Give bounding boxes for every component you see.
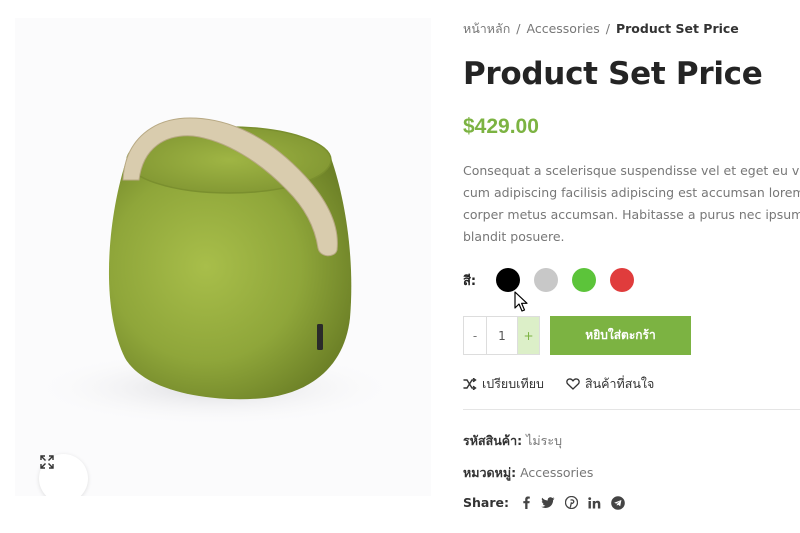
expand-icon xyxy=(40,455,54,469)
breadcrumb-current: Product Set Price xyxy=(615,21,739,36)
wishlist-label: สินค้าที่สนใจ xyxy=(584,376,655,391)
add-to-cart-button[interactable]: หยิบใส่ตะกร้า xyxy=(550,316,691,355)
breadcrumb: หน้าหลัก / Accessories / Product Set Price xyxy=(463,19,739,39)
color-label: สี: xyxy=(463,273,477,289)
product-image xyxy=(30,117,400,426)
shuffle-icon xyxy=(463,378,477,390)
swatch-black[interactable] xyxy=(496,268,520,292)
pinterest-icon[interactable] xyxy=(564,496,578,509)
sku-label: รหัสสินค้า: xyxy=(463,433,523,448)
breadcrumb-home[interactable]: หน้าหลัก xyxy=(463,21,510,36)
facebook-icon[interactable] xyxy=(521,496,531,509)
telegram-icon[interactable] xyxy=(611,495,625,510)
product-summary: หน้าหลัก / Accessories / Product Set Price P… xyxy=(463,0,800,533)
divider xyxy=(463,409,800,410)
linkedin-icon[interactable] xyxy=(588,496,601,509)
category-label: หมวดหมู่: xyxy=(463,465,517,480)
zoom-button[interactable] xyxy=(39,454,88,496)
sku-row: รหัสสินค้า: ไม่ระบุ xyxy=(463,431,562,451)
product-title: Product Set Price xyxy=(463,56,763,92)
product-description: Consequat a scelerisque suspendisse vel … xyxy=(463,160,800,248)
breadcrumb-separator: / xyxy=(516,21,521,36)
sku-value: ไม่ระบุ xyxy=(526,433,563,448)
product-price: $429.00 xyxy=(463,115,539,138)
color-selector: สี: xyxy=(463,268,648,292)
description-line: cum adipiscing facilisis adipiscing est … xyxy=(463,185,800,200)
compare-link[interactable]: เปรียบเทียบ xyxy=(463,374,544,394)
share-label: Share: xyxy=(463,495,509,510)
description-line: corper metus accumsan. Habitasse a purus… xyxy=(463,207,800,222)
twitter-icon[interactable] xyxy=(541,496,555,509)
product-gallery xyxy=(15,18,431,496)
add-to-cart-form: - 1 + หยิบใส่ตะกร้า xyxy=(463,316,691,355)
quantity-input[interactable]: 1 xyxy=(486,317,517,354)
compare-label: เปรียบเทียบ xyxy=(482,376,544,391)
product-actions: เปรียบเทียบ สินค้าที่สนใจ xyxy=(463,374,676,394)
quantity-stepper: - 1 + xyxy=(463,316,540,355)
heart-icon xyxy=(566,378,580,390)
breadcrumb-separator: / xyxy=(605,21,610,36)
breadcrumb-category[interactable]: Accessories xyxy=(527,21,600,36)
product-page: หน้าหลัก / Accessories / Product Set Price P… xyxy=(0,0,800,533)
share-row: Share: xyxy=(463,495,635,510)
description-line: Consequat a scelerisque suspendisse vel … xyxy=(463,163,800,178)
quantity-minus-button[interactable]: - xyxy=(464,317,486,354)
wishlist-link[interactable]: สินค้าที่สนใจ xyxy=(566,374,654,394)
category-link[interactable]: Accessories xyxy=(520,465,593,480)
mouse-cursor-icon xyxy=(514,291,528,312)
description-line: blandit posuere. xyxy=(463,229,565,244)
swatch-silver[interactable] xyxy=(534,268,558,292)
category-row: หมวดหมู่: Accessories xyxy=(463,463,593,483)
swatch-red[interactable] xyxy=(610,268,634,292)
quantity-plus-button[interactable]: + xyxy=(517,317,539,354)
swatch-green[interactable] xyxy=(572,268,596,292)
